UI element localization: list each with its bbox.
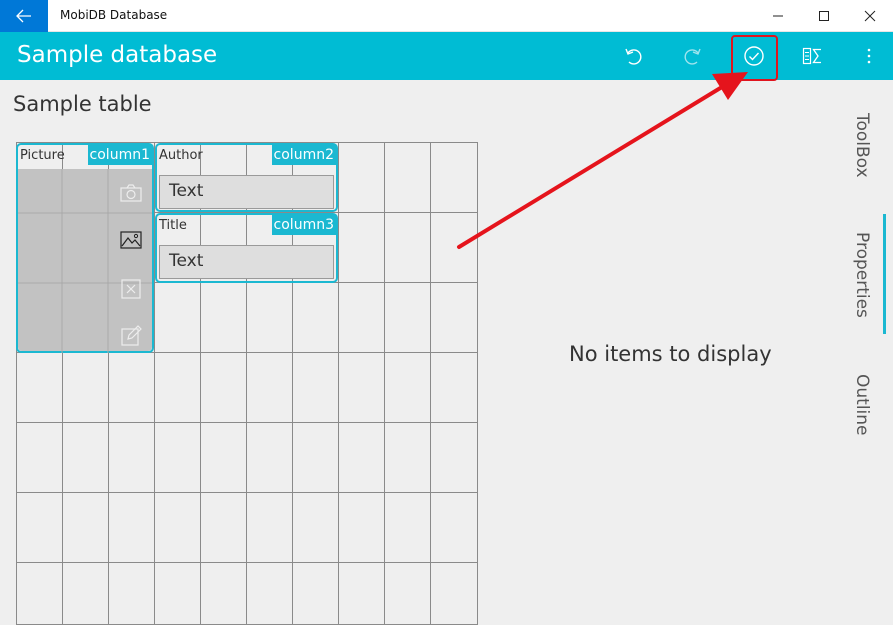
picture-field-label: Picture — [20, 148, 65, 163]
tab-properties[interactable]: Properties — [852, 232, 872, 318]
title-text-input[interactable]: Text — [159, 245, 334, 279]
active-tab-indicator — [883, 214, 886, 334]
picture-placeholder — [18, 169, 152, 353]
window-title: MobiDB Database — [60, 8, 168, 22]
minimize-icon — [773, 15, 783, 17]
title-column-tag: column3 — [271, 215, 336, 235]
minimize-button[interactable] — [755, 0, 801, 32]
maximize-button[interactable] — [801, 0, 847, 32]
close-icon — [864, 10, 876, 22]
back-button[interactable] — [0, 0, 48, 32]
tab-outline[interactable]: Outline — [852, 374, 872, 436]
edit-image-icon[interactable] — [120, 325, 142, 347]
maximize-icon — [819, 11, 829, 21]
more-icon — [867, 48, 871, 64]
author-column-tag: column2 — [271, 145, 336, 165]
undo-button[interactable] — [611, 32, 657, 80]
tab-toolbox[interactable]: ToolBox — [852, 113, 872, 178]
redo-button[interactable] — [669, 32, 715, 80]
window-title-bar: MobiDB Database — [0, 0, 893, 32]
author-text-input[interactable]: Text — [159, 175, 334, 209]
title-field[interactable]: Title column3 Text — [155, 213, 338, 283]
content-area: Sample table Picture column1 Author colu… — [0, 80, 893, 625]
author-field[interactable]: Author column2 Text — [155, 143, 338, 212]
table-title: Sample table — [13, 92, 152, 116]
more-options-button[interactable] — [846, 32, 892, 80]
empty-panel-message: No items to display — [569, 342, 772, 366]
redo-icon — [684, 48, 701, 65]
close-button[interactable] — [847, 0, 893, 32]
formula-icon — [802, 47, 821, 65]
author-field-label: Author — [159, 148, 203, 163]
picture-column-tag: column1 — [87, 145, 152, 165]
camera-icon[interactable] — [120, 184, 142, 202]
highlight-box — [731, 35, 778, 81]
back-arrow-icon — [16, 9, 31, 23]
database-title: Sample database — [17, 42, 218, 68]
image-icon[interactable] — [120, 231, 142, 249]
undo-icon — [625, 48, 642, 65]
title-field-label: Title — [159, 218, 187, 233]
picture-field[interactable]: Picture column1 — [16, 143, 154, 353]
formula-button[interactable] — [790, 32, 836, 80]
remove-image-icon[interactable] — [120, 279, 142, 299]
